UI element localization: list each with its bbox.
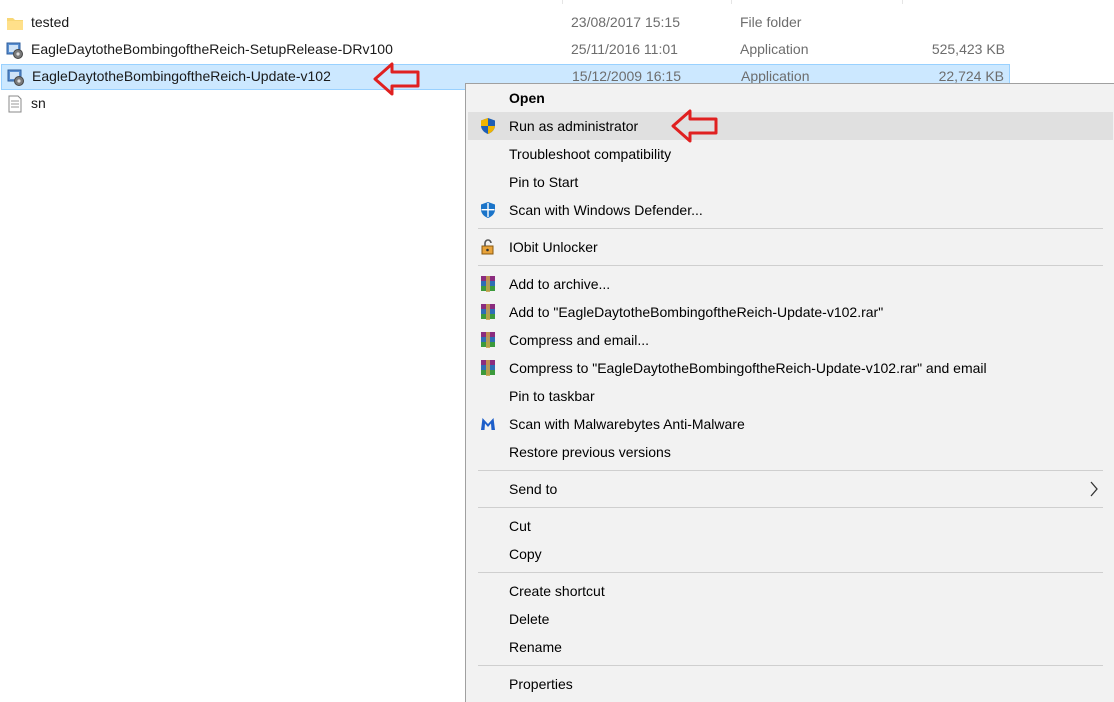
file-date: 23/08/2017 15:15 bbox=[571, 14, 680, 30]
menu-item-copy[interactable]: Copy bbox=[468, 540, 1113, 568]
menu-item-compress-to-rar-and-email[interactable]: Compress to "EagleDaytotheBombingoftheRe… bbox=[468, 354, 1113, 382]
windows-defender-icon bbox=[481, 202, 495, 218]
file-date: 15/12/2009 16:15 bbox=[572, 68, 681, 84]
menu-item-label: Scan with Malwarebytes Anti-Malware bbox=[509, 416, 745, 432]
menu-item-restore-previous-versions[interactable]: Restore previous versions bbox=[468, 438, 1113, 466]
file-size: 525,423 KB bbox=[931, 41, 1005, 57]
column-separator bbox=[562, 0, 563, 4]
menu-item-pin-to-start[interactable]: Pin to Start bbox=[468, 168, 1113, 196]
menu-separator bbox=[478, 507, 1103, 508]
iobit-unlocker-icon bbox=[481, 239, 494, 255]
uac-shield-icon bbox=[481, 118, 495, 134]
menu-item-label: Run as administrator bbox=[509, 118, 639, 134]
menu-item-label: Properties bbox=[509, 676, 573, 692]
menu-item-label: Open bbox=[509, 90, 545, 106]
menu-item-scan-defender[interactable]: Scan with Windows Defender... bbox=[468, 196, 1113, 224]
menu-item-send-to[interactable]: Send to bbox=[468, 475, 1113, 503]
column-separator bbox=[902, 0, 903, 4]
menu-item-label: Add to "EagleDaytotheBombingoftheReich-U… bbox=[509, 304, 884, 320]
menu-item-label: Rename bbox=[509, 639, 562, 655]
menu-separator bbox=[478, 265, 1103, 266]
menu-item-run-as-administrator[interactable]: Run as administrator bbox=[468, 112, 1113, 140]
file-type: Application bbox=[740, 41, 809, 57]
annotation-arrow-icon bbox=[671, 109, 718, 143]
file-size: 22,724 KB bbox=[938, 68, 1004, 84]
menu-item-label: Troubleshoot compatibility bbox=[509, 146, 672, 162]
text-file-icon bbox=[8, 95, 22, 113]
menu-item-iobit-unlocker[interactable]: IObit Unlocker bbox=[468, 233, 1113, 261]
menu-item-label: IObit Unlocker bbox=[509, 239, 598, 255]
menu-item-create-shortcut[interactable]: Create shortcut bbox=[468, 577, 1113, 605]
menu-item-rename[interactable]: Rename bbox=[468, 633, 1113, 661]
menu-item-label: Pin to Start bbox=[509, 174, 579, 190]
menu-item-label: Compress to "EagleDaytotheBombingoftheRe… bbox=[509, 360, 987, 376]
menu-item-delete[interactable]: Delete bbox=[468, 605, 1113, 633]
menu-separator bbox=[478, 228, 1103, 229]
menu-item-properties[interactable]: Properties bbox=[468, 670, 1113, 698]
winrar-icon bbox=[481, 332, 495, 348]
malwarebytes-icon bbox=[481, 418, 495, 430]
file-type: Application bbox=[741, 68, 810, 84]
winrar-icon bbox=[481, 304, 495, 320]
menu-item-pin-to-taskbar[interactable]: Pin to taskbar bbox=[468, 382, 1113, 410]
menu-item-compress-and-email[interactable]: Compress and email... bbox=[468, 326, 1113, 354]
file-name: tested bbox=[31, 14, 70, 30]
winrar-icon bbox=[481, 360, 495, 376]
setup-app-icon bbox=[6, 42, 23, 59]
menu-item-label: Pin to taskbar bbox=[509, 388, 595, 404]
file-name: EagleDaytotheBombingoftheReich-SetupRele… bbox=[31, 41, 393, 57]
column-separator bbox=[731, 0, 732, 4]
menu-separator bbox=[478, 572, 1103, 573]
menu-item-troubleshoot[interactable]: Troubleshoot compatibility bbox=[468, 140, 1113, 168]
menu-item-label: Create shortcut bbox=[509, 583, 605, 599]
file-name: EagleDaytotheBombingoftheReich-Update-v1… bbox=[32, 68, 331, 84]
file-row-setup[interactable]: EagleDaytotheBombingoftheReich-SetupRele… bbox=[0, 37, 1010, 63]
menu-item-label: Send to bbox=[509, 481, 558, 497]
menu-item-add-to-rar[interactable]: Add to "EagleDaytotheBombingoftheReich-U… bbox=[468, 298, 1113, 326]
folder-icon bbox=[7, 18, 23, 30]
menu-item-label: Restore previous versions bbox=[509, 444, 671, 460]
menu-item-open[interactable]: Open bbox=[468, 84, 1113, 112]
menu-item-add-to-archive[interactable]: Add to archive... bbox=[468, 270, 1113, 298]
file-type: File folder bbox=[740, 14, 802, 30]
chevron-right-icon bbox=[1090, 481, 1098, 497]
menu-item-cut[interactable]: Cut bbox=[468, 512, 1113, 540]
setup-app-icon bbox=[7, 69, 24, 86]
menu-separator bbox=[478, 665, 1103, 666]
file-date: 25/11/2016 11:01 bbox=[571, 41, 678, 57]
file-name: sn bbox=[31, 95, 46, 111]
file-row-tested[interactable]: tested 23/08/2017 15:15 File folder bbox=[0, 10, 1010, 36]
menu-separator bbox=[478, 470, 1103, 471]
menu-item-label: Cut bbox=[509, 518, 531, 534]
context-menu: Open Run as administrator Troubleshoot c… bbox=[465, 83, 1114, 702]
menu-item-label: Copy bbox=[509, 546, 542, 562]
menu-item-scan-malwarebytes[interactable]: Scan with Malwarebytes Anti-Malware bbox=[468, 410, 1113, 438]
menu-item-label: Compress and email... bbox=[509, 332, 650, 348]
winrar-icon bbox=[481, 276, 495, 292]
menu-item-label: Scan with Windows Defender... bbox=[509, 202, 703, 218]
menu-item-label: Add to archive... bbox=[509, 276, 611, 292]
menu-item-label: Delete bbox=[509, 611, 550, 627]
annotation-arrow-icon bbox=[373, 62, 420, 96]
